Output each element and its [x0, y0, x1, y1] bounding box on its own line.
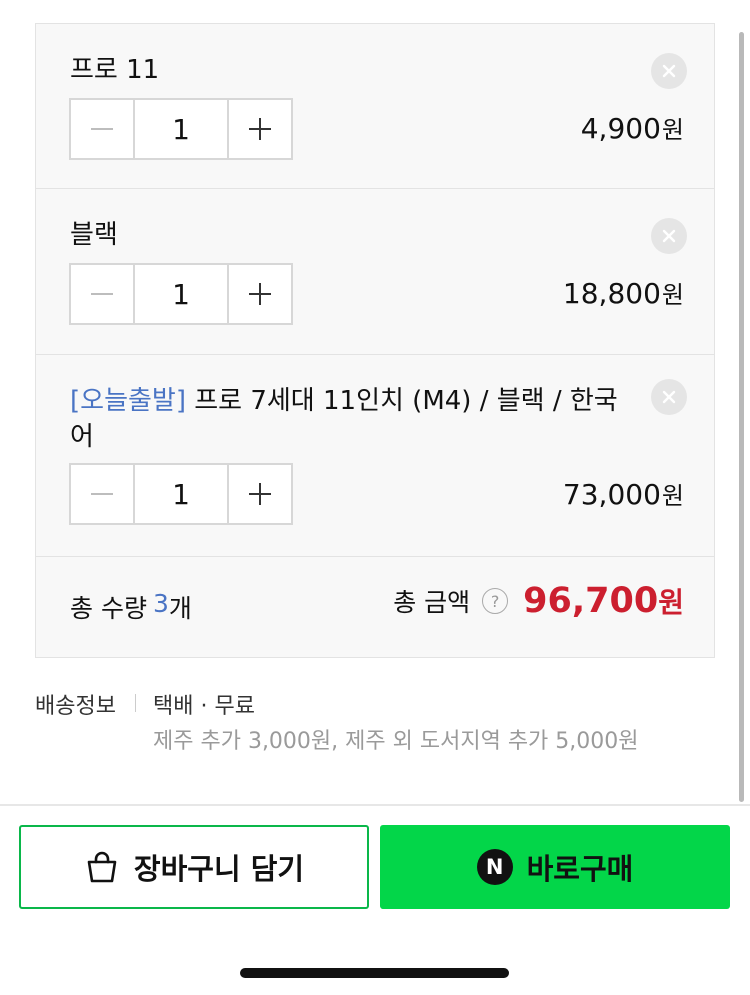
shipping-extra-fee: 제주 추가 3,000원, 제주 외 도서지역 추가 5,000원: [153, 729, 639, 754]
total-quantity-label: 총 수량: [70, 594, 147, 623]
option-price: 73,000 원: [563, 476, 684, 511]
plus-icon: [249, 118, 271, 140]
option-name: [오늘출발] 프로 7세대 11인치 (M4) / 블랙 / 한국어: [70, 386, 618, 452]
quantity-value[interactable]: 1: [135, 100, 227, 158]
decrease-button[interactable]: [71, 100, 135, 158]
quantity-unit: 개: [168, 594, 192, 623]
minus-icon: [91, 128, 113, 130]
naver-pay-icon: N: [476, 849, 513, 885]
minus-icon: [91, 293, 113, 295]
currency-unit: 원: [661, 482, 684, 510]
selected-options-panel: 프로 11 1 4,900 원 블랙 1 18,800 원 [오늘출발] 프로 …: [35, 23, 715, 658]
total-quantity-value: 3: [152, 589, 169, 618]
scrollbar[interactable]: [739, 32, 744, 802]
plus-icon: [249, 483, 271, 505]
option-name: 블랙: [70, 220, 118, 250]
close-icon: [662, 64, 676, 78]
quantity-value[interactable]: 1: [135, 465, 227, 523]
shopping-bag-icon: [87, 851, 117, 883]
currency-unit: 원: [661, 116, 684, 144]
total-quantity: 총 수량 3개: [70, 589, 192, 625]
close-icon: [662, 229, 676, 243]
option-price-value: 73,000: [562, 478, 661, 511]
add-to-cart-button[interactable]: 장바구니 담기: [19, 825, 369, 909]
decrease-button[interactable]: [71, 465, 135, 523]
option-price: 4,900 원: [581, 110, 684, 145]
shipping-method: 택배 · 무료: [153, 694, 255, 719]
divider: [0, 804, 750, 806]
option-item: [오늘출발] 프로 7세대 11인치 (M4) / 블랙 / 한국어 1 73,…: [36, 355, 714, 557]
order-summary: 총 수량 3개 총 금액 ? 96,700 원: [36, 557, 714, 657]
remove-option-button[interactable]: [651, 53, 687, 89]
decrease-button[interactable]: [71, 265, 135, 323]
remove-option-button[interactable]: [651, 218, 687, 254]
remove-option-button[interactable]: [651, 379, 687, 415]
option-item: 프로 11 1 4,900 원: [36, 24, 714, 189]
total-amount-value: 96,700: [523, 581, 659, 621]
currency-unit: 원: [661, 281, 684, 309]
home-indicator[interactable]: [240, 968, 509, 978]
minus-icon: [91, 493, 113, 495]
option-price: 18,800 원: [563, 275, 684, 310]
option-price-value: 18,800: [562, 277, 661, 310]
shipping-label: 배송정보: [35, 694, 116, 719]
option-item: 블랙 1 18,800 원: [36, 189, 714, 355]
total-amount-label: 총 금액: [393, 588, 471, 617]
increase-button[interactable]: [227, 100, 291, 158]
same-day-shipping-tag: [오늘출발]: [70, 386, 186, 416]
quantity-stepper: 1: [69, 463, 293, 525]
help-icon[interactable]: ?: [482, 588, 509, 614]
quantity-stepper: 1: [69, 263, 293, 325]
quantity-stepper: 1: [69, 98, 293, 160]
total-amount: 총 금액 ? 96,700 원: [393, 581, 684, 621]
add-to-cart-label: 장바구니 담기: [133, 852, 305, 886]
divider: [135, 694, 136, 712]
buy-now-button[interactable]: N 바로구매: [380, 825, 730, 909]
currency-unit: 원: [658, 586, 684, 619]
increase-button[interactable]: [227, 265, 291, 323]
quantity-value[interactable]: 1: [135, 265, 227, 323]
close-icon: [662, 390, 676, 404]
plus-icon: [249, 283, 271, 305]
option-price-value: 4,900: [580, 112, 661, 145]
increase-button[interactable]: [227, 465, 291, 523]
buy-now-label: 바로구매: [526, 852, 634, 886]
option-name: 프로 11: [70, 55, 160, 85]
